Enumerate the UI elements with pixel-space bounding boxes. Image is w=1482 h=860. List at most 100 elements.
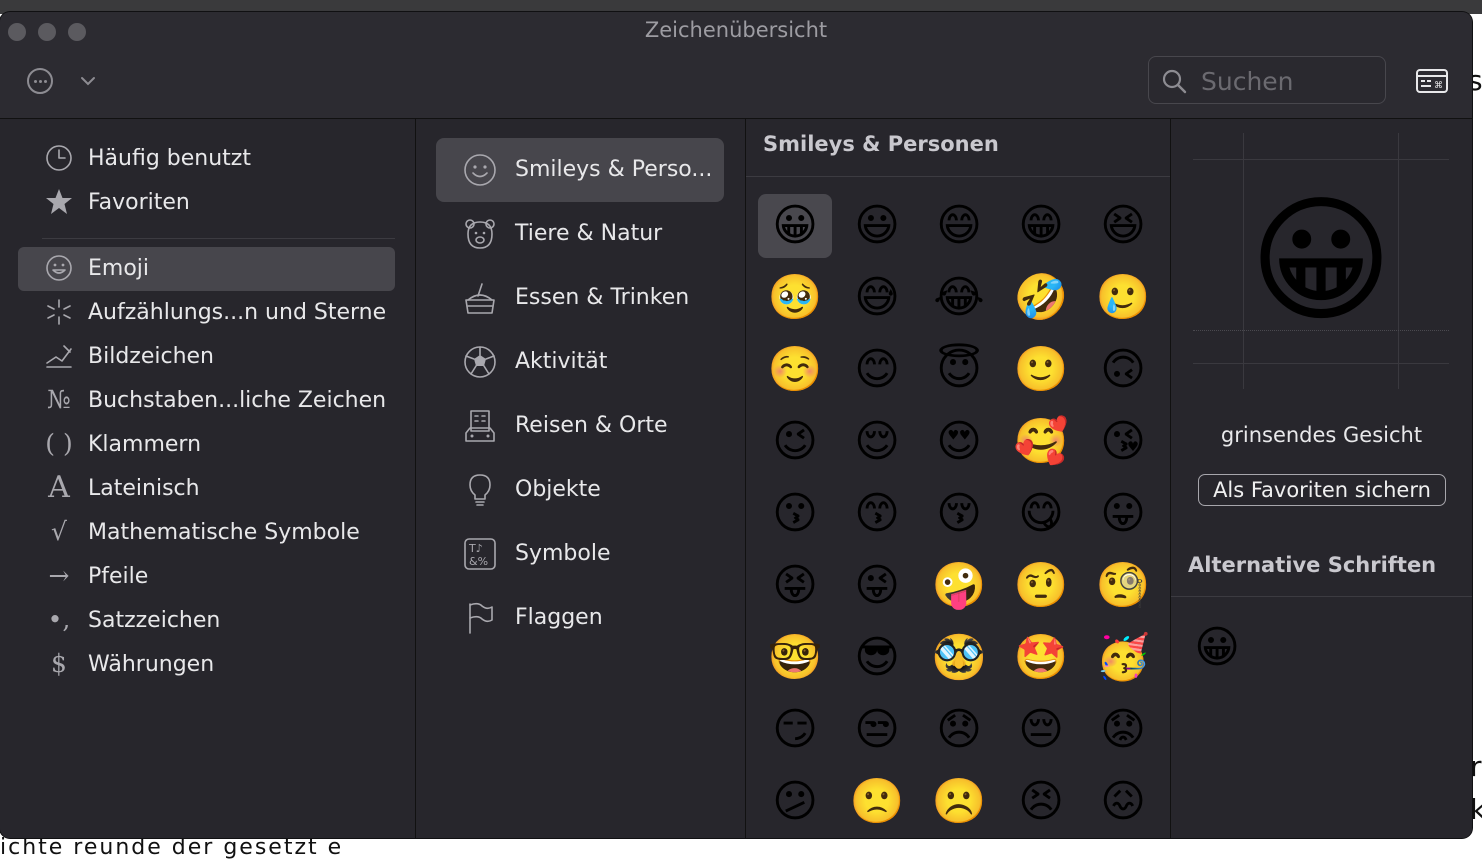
emoji-cell[interactable]: 😣 xyxy=(1004,770,1078,834)
emoji-cell[interactable]: 😟 xyxy=(1086,698,1160,762)
sidebar-item-favoriten[interactable]: Favoriten xyxy=(18,181,395,225)
sidebar-item-label: Satzzeichen xyxy=(88,608,221,633)
emoji-cell[interactable]: 🤓 xyxy=(758,626,832,690)
dollar-icon: $ xyxy=(51,649,67,678)
search-input[interactable] xyxy=(1199,64,1383,98)
pictograph-icon xyxy=(42,341,76,371)
lightbulb-icon xyxy=(469,474,491,506)
subcategory-essen-trinken[interactable]: Essen & Trinken xyxy=(436,266,724,330)
emoji-cell[interactable]: 😁 xyxy=(1004,194,1078,258)
sidebar-item-label: Mathematische Symbole xyxy=(88,520,360,545)
emoji-cell[interactable]: 😉 xyxy=(758,410,832,474)
emoji-cell[interactable]: 😄 xyxy=(922,194,996,258)
sidebar-item-label: Aufzählungs...n und Sterne xyxy=(88,300,387,325)
emoji-cell[interactable]: 🙂 xyxy=(1004,338,1078,402)
emoji-cell[interactable]: 🥹 xyxy=(758,266,832,330)
emoji-cell[interactable]: 🙃 xyxy=(1086,338,1160,402)
more-options-button[interactable] xyxy=(27,68,53,94)
emoji-cell[interactable]: 🤪 xyxy=(922,554,996,618)
emoji-cell[interactable]: 😚 xyxy=(922,482,996,546)
emoji-cell[interactable]: 😅 xyxy=(840,266,914,330)
sidebar-item-mathematische-symbole[interactable]: √ Mathematische Symbole xyxy=(18,511,395,555)
emoji-cell[interactable]: ☺️ xyxy=(758,338,832,402)
subcategory-tiere-natur[interactable]: Tiere & Natur xyxy=(436,202,724,266)
svg-text:T♪: T♪ xyxy=(468,542,483,555)
numero-icon: № xyxy=(47,385,71,414)
add-to-favorites-button[interactable]: Als Favoriten sichern xyxy=(1198,474,1446,506)
alternative-fonts-title: Alternative Schriften xyxy=(1188,553,1437,577)
subcategory-flaggen[interactable]: Flaggen xyxy=(436,586,724,650)
emoji-cell[interactable]: 🥰 xyxy=(1004,410,1078,474)
sidebar-item-pfeile[interactable]: → Pfeile xyxy=(18,555,395,599)
symbols-icon: T♪&% xyxy=(464,538,496,570)
sidebar-item-label: Klammern xyxy=(88,432,202,457)
emoji-cell[interactable]: 😍 xyxy=(922,410,996,474)
category-sidebar: Häufig benutzt Favoriten Emoji Aufzählun… xyxy=(0,119,416,838)
emoji-cell[interactable]: 😛 xyxy=(1086,482,1160,546)
emoji-cell[interactable]: 😊 xyxy=(840,338,914,402)
bear-icon xyxy=(465,219,495,249)
detail-panel: 😀 grinsendes Gesicht Als Favoriten siche… xyxy=(1171,119,1472,838)
emoji-cell[interactable]: 😀 xyxy=(758,194,832,258)
subcategory-list: Smileys & Perso... Tiere & Natur Essen &… xyxy=(416,119,746,838)
sidebar-item-waehrungen[interactable]: $ Währungen xyxy=(18,643,395,687)
emoji-cell[interactable]: 🥸 xyxy=(922,626,996,690)
emoji-cell[interactable]: 😏 xyxy=(758,698,832,762)
emoji-cell[interactable]: 😗 xyxy=(758,482,832,546)
subcategory-objekte[interactable]: Objekte xyxy=(436,458,724,522)
emoji-cell[interactable]: 😎 xyxy=(840,626,914,690)
emoji-cell[interactable]: 😇 xyxy=(922,338,996,402)
emoji-cell[interactable]: 😙 xyxy=(840,482,914,546)
emoji-cell[interactable]: 😕 xyxy=(758,770,832,834)
search-field[interactable] xyxy=(1148,56,1386,104)
emoji-cell[interactable]: 🙁 xyxy=(840,770,914,834)
sidebar-item-lateinisch[interactable]: A Lateinisch xyxy=(18,467,395,511)
sidebar-item-emoji[interactable]: Emoji xyxy=(18,247,395,291)
emoji-cell[interactable]: 🧐 xyxy=(1086,554,1160,618)
subcategory-symbole[interactable]: T♪ &% Symbole xyxy=(436,522,724,586)
emoji-cell[interactable]: 😜 xyxy=(840,554,914,618)
emoji-cell[interactable]: 🤩 xyxy=(1004,626,1078,690)
emoji-preview: 😀 xyxy=(1193,133,1449,389)
emoji-cell[interactable]: ☹️ xyxy=(922,770,996,834)
flag-icon xyxy=(469,602,493,634)
emoji-cell[interactable]: 😘 xyxy=(1086,410,1160,474)
sidebar-item-bildzeichen[interactable]: Bildzeichen xyxy=(18,335,395,379)
emoji-cell[interactable]: 🥲 xyxy=(1086,266,1160,330)
emoji-cell[interactable]: 😂 xyxy=(922,266,996,330)
subcategory-aktivitaet[interactable]: Aktivität xyxy=(436,330,724,394)
emoji-cell[interactable]: 🤨 xyxy=(1004,554,1078,618)
emoji-cell[interactable]: 😌 xyxy=(840,410,914,474)
emoji-cell[interactable]: 😒 xyxy=(840,698,914,762)
sidebar-item-label: Emoji xyxy=(88,256,150,281)
subcategory-reisen-orte[interactable]: Reisen & Orte xyxy=(436,394,724,458)
character-viewer-window: Zeichenübersicht ⌘ Häufig benutzt Favori… xyxy=(0,12,1472,838)
sidebar-item-haeufig-benutzt[interactable]: Häufig benutzt xyxy=(18,137,395,181)
window-title: Zeichenübersicht xyxy=(644,18,828,42)
alternative-font-emoji[interactable]: 😀 xyxy=(1188,619,1246,677)
sidebar-item-klammern[interactable]: ( ) Klammern xyxy=(18,423,395,467)
search-icon xyxy=(1162,69,1187,94)
emoji-cell[interactable]: 😋 xyxy=(1004,482,1078,546)
sidebar-item-buchstaben[interactable]: № Buchstaben...liche Zeichen xyxy=(18,379,395,423)
emoji-cell[interactable]: 🥳 xyxy=(1086,626,1160,690)
emoji-cell[interactable]: 😃 xyxy=(840,194,914,258)
emoji-cell[interactable]: 😆 xyxy=(1086,194,1160,258)
parentheses-icon: ( ) xyxy=(45,429,73,458)
sidebar-item-satzzeichen[interactable]: •, Satzzeichen xyxy=(18,599,395,643)
keyboard-viewer-icon[interactable]: ⌘ xyxy=(1416,68,1448,94)
food-icon xyxy=(465,283,495,314)
emoji-grid-panel: Smileys & Personen 😀 😃 😄 😁 😆 🥹 😅 😂 🤣 🥲 ☺️ 😊 😇 🙂 🙃 😉 😌 😍 🥰 😘… xyxy=(746,119,1171,838)
chevron-down-icon[interactable] xyxy=(80,72,96,91)
sidebar-item-label: Buchstaben...liche Zeichen xyxy=(88,388,387,413)
subcategory-label: Symbole xyxy=(515,541,611,566)
sidebar-item-aufzaehlungen[interactable]: Aufzählungs...n und Sterne xyxy=(18,291,395,335)
emoji-cell[interactable]: 🤣 xyxy=(1004,266,1078,330)
smiley-icon xyxy=(42,253,76,283)
emoji-cell[interactable]: 😝 xyxy=(758,554,832,618)
subcategory-label: Smileys & Perso... xyxy=(515,157,713,182)
emoji-cell[interactable]: 😖 xyxy=(1086,770,1160,834)
emoji-cell[interactable]: 😔 xyxy=(1004,698,1078,762)
emoji-cell[interactable]: 😞 xyxy=(922,698,996,762)
subcategory-smileys[interactable]: Smileys & Perso... xyxy=(436,138,724,202)
